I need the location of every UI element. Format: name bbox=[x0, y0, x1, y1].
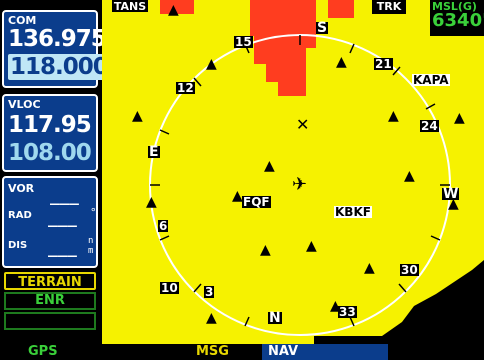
trans-label: TANS bbox=[112, 0, 148, 13]
svg-text:▲: ▲ bbox=[414, 302, 425, 318]
enr-softkey[interactable]: ENR bbox=[4, 292, 96, 310]
compass-15: 15 bbox=[234, 35, 253, 49]
waypoint-kapa[interactable]: KAPA bbox=[412, 74, 450, 86]
terrain-red-area bbox=[328, 0, 354, 18]
compass-12: 12 bbox=[176, 81, 195, 95]
status-msg[interactable]: MSG bbox=[196, 344, 229, 360]
waypoint-fqf[interactable]: FQF bbox=[242, 196, 271, 208]
compass-24: 24 bbox=[420, 119, 439, 133]
svg-text:▲: ▲ bbox=[454, 110, 465, 126]
svg-text:▲: ▲ bbox=[206, 56, 217, 72]
vloc-box[interactable]: VLOC 117.95 108.00 bbox=[2, 94, 98, 172]
compass-w: W bbox=[442, 186, 460, 202]
dis-value: ___ bbox=[48, 238, 77, 257]
terrain-red-area bbox=[250, 0, 316, 96]
com-active-freq[interactable]: 136.975 bbox=[8, 26, 107, 52]
terrain-map[interactable]: ✈ ✕ ▲ ▲ ▲ ▲ ▲ ▲ ▲ ▲ ▲ ▲ ▲ ▲ ▲ ▲ ▲ ▲ ▲ S E W N 15 21… bbox=[102, 0, 484, 344]
map-scale: 10 bbox=[160, 281, 179, 295]
svg-text:▲: ▲ bbox=[364, 260, 375, 276]
svg-text:▲: ▲ bbox=[306, 238, 317, 254]
vloc-label: VLOC bbox=[8, 98, 41, 111]
target-x-icon: ✕ bbox=[296, 115, 309, 134]
empty-softkey bbox=[4, 312, 96, 330]
status-gps[interactable]: GPS bbox=[28, 344, 58, 360]
terrain-softkey[interactable]: TERRAIN bbox=[4, 272, 96, 290]
left-panel: COM 136.975 118.000 VLOC 117.95 108.00 V… bbox=[0, 0, 110, 344]
rad-label: RAD bbox=[8, 210, 32, 221]
com-box[interactable]: COM 136.975 118.000 bbox=[2, 10, 110, 88]
rad-value: ___ bbox=[48, 208, 77, 227]
compass-s: S bbox=[316, 20, 329, 36]
hdg-box: MSL(G) 6340' bbox=[430, 0, 484, 36]
trk-label: TRK bbox=[372, 0, 406, 14]
svg-text:▲: ▲ bbox=[404, 168, 415, 184]
rad-unit: ° bbox=[90, 206, 97, 219]
svg-text:▲: ▲ bbox=[206, 310, 217, 326]
compass-21: 21 bbox=[374, 57, 393, 71]
svg-text:▲: ▲ bbox=[132, 108, 143, 124]
status-bar bbox=[0, 344, 484, 360]
svg-text:▲: ▲ bbox=[146, 194, 157, 210]
vor-box[interactable]: VOR RAD DIS ___ ___ ° ___ n m bbox=[2, 176, 98, 268]
svg-text:▲: ▲ bbox=[388, 108, 399, 124]
compass-n: N bbox=[268, 310, 282, 326]
dis-unit: n m bbox=[88, 236, 94, 256]
waypoint-kbkf[interactable]: KBKF bbox=[334, 206, 372, 218]
vor-blank: ___ bbox=[50, 186, 79, 205]
svg-text:▲: ▲ bbox=[264, 158, 275, 174]
svg-text:▲: ▲ bbox=[168, 2, 179, 18]
ownship-icon: ✈ bbox=[292, 174, 307, 195]
compass-6: 6 bbox=[158, 219, 169, 233]
compass-e: E bbox=[148, 144, 160, 160]
compass-33: 33 bbox=[338, 305, 357, 319]
vloc-active-freq[interactable]: 117.95 bbox=[8, 112, 92, 138]
compass-3: 3 bbox=[204, 285, 215, 299]
svg-text:▲: ▲ bbox=[336, 54, 347, 70]
status-nav[interactable]: NAV bbox=[262, 344, 388, 360]
vloc-standby-freq[interactable]: 108.00 bbox=[8, 140, 92, 166]
vor-label: VOR bbox=[8, 182, 35, 195]
hdg-value: 6340' bbox=[432, 10, 484, 31]
svg-text:▲: ▲ bbox=[260, 242, 271, 258]
dis-label: DIS bbox=[8, 240, 28, 251]
com-standby-freq[interactable]: 118.000 bbox=[8, 54, 110, 80]
compass-30: 30 bbox=[400, 263, 419, 277]
